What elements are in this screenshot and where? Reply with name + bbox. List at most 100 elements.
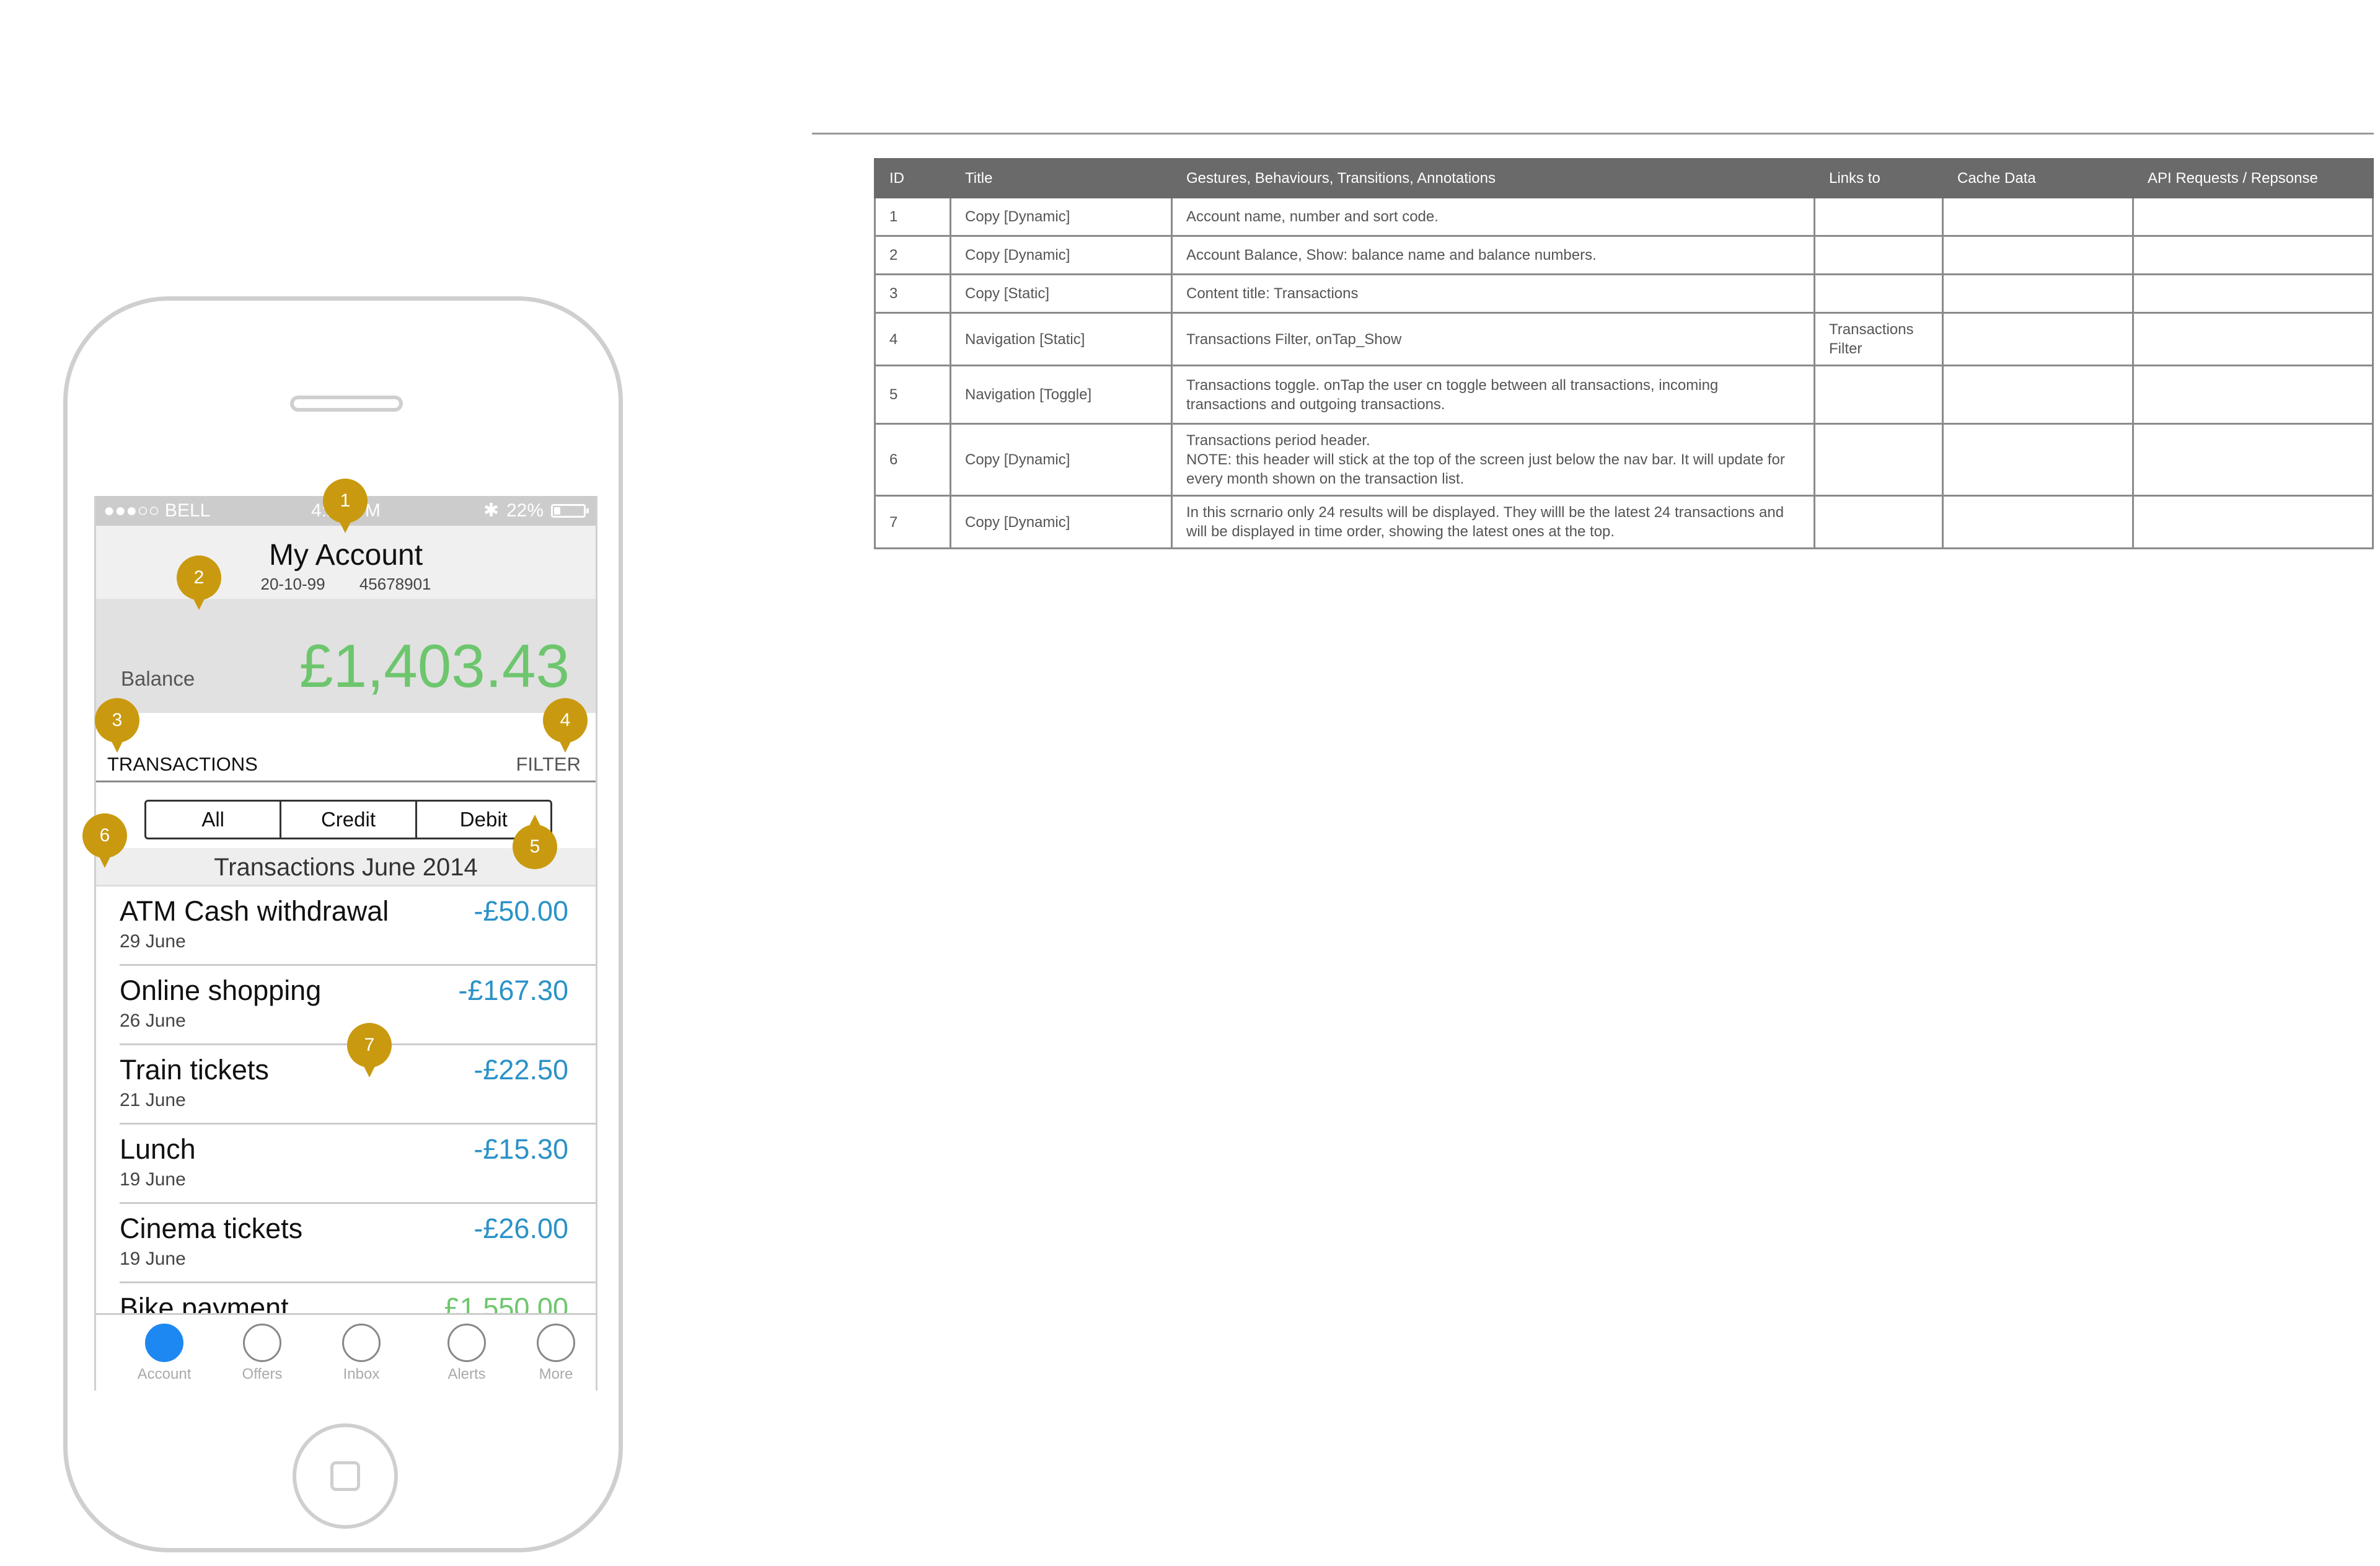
header-gestures: Gestures, Behaviours, Transitions, Annot…	[1171, 158, 1815, 198]
tab-label: Inbox	[343, 1366, 380, 1382]
list-item[interactable]: ATM Cash withdrawal 29 June -£50.00	[120, 887, 596, 966]
account-number: 45678901	[359, 575, 431, 593]
table-row: 1 Copy [Dynamic] Account name, number and …	[874, 197, 2374, 237]
annotation-marker-6: 6	[82, 813, 127, 868]
transaction-name: Train tickets	[120, 1054, 269, 1086]
spec-body: 1 Copy [Dynamic] Account name, number and …	[874, 197, 2374, 549]
more-icon	[537, 1324, 575, 1362]
cell-id: 5	[874, 365, 951, 425]
cell-api	[2132, 197, 2374, 237]
cell-id: 2	[874, 235, 951, 275]
transaction-date: 21 June	[120, 1090, 186, 1110]
cell-description: Content title: Transactions	[1171, 273, 1815, 314]
list-item[interactable]: Cinema tickets 19 June -£26.00	[120, 1204, 596, 1283]
cell-description: Transactions Filter, onTap_Show	[1171, 312, 1815, 366]
cell-title: Copy [Static]	[950, 273, 1173, 314]
balance-label: Balance	[121, 667, 195, 690]
table-row: 5 Navigation [Toggle] Transactions toggle.…	[874, 365, 2374, 425]
transaction-name: Lunch	[120, 1133, 196, 1165]
cell-api	[2132, 235, 2374, 275]
cell-id: 3	[874, 273, 951, 314]
battery-fill	[554, 507, 560, 515]
cell-title: Copy [Dynamic]	[950, 495, 1173, 549]
phone-speaker	[290, 396, 403, 412]
cell-description: In this scrnario only 24 results will be…	[1171, 495, 1815, 549]
transaction-name: Cinema tickets	[120, 1213, 303, 1244]
spec-header-row: ID Title Gestures, Behaviours, Transitio…	[874, 158, 2374, 198]
home-button[interactable]	[293, 1423, 398, 1529]
cell-id: 1	[874, 197, 951, 237]
cell-links	[1814, 365, 1944, 425]
cell-id: 6	[874, 423, 951, 497]
cell-links	[1814, 197, 1944, 237]
transaction-amount: -£167.30	[458, 975, 568, 1006]
cell-title: Navigation [Toggle]	[950, 365, 1173, 425]
cell-api	[2132, 495, 2374, 549]
annotation-marker-3: 3	[95, 698, 139, 753]
cell-links	[1814, 273, 1944, 314]
tab-bar: Account Offers Inbox Alerts More	[96, 1313, 596, 1391]
transactions-title: TRANSACTIONS	[107, 753, 258, 775]
filter-button[interactable]: FILTER	[516, 753, 581, 776]
balance-amount: £1,403.43	[299, 632, 570, 700]
tab-account[interactable]: Account	[121, 1324, 208, 1383]
balance-panel: Balance £1,403.43	[96, 599, 596, 713]
cell-title: Copy [Dynamic]	[950, 197, 1173, 237]
cell-cache	[1942, 365, 2134, 425]
tab-more[interactable]: More	[513, 1324, 596, 1383]
alerts-icon	[447, 1324, 486, 1362]
tab-label: More	[539, 1366, 573, 1382]
bluetooth-icon: ✱	[483, 500, 499, 521]
cell-links	[1814, 235, 1944, 275]
account-details: 20-10-99 45678901	[96, 575, 596, 594]
battery-percent: 22%	[506, 500, 544, 521]
annotation-marker-5: 5	[513, 815, 557, 869]
table-row: 3 Copy [Static] Content title: Transaction…	[874, 273, 2374, 314]
cell-id: 7	[874, 495, 951, 549]
table-row: 7 Copy [Dynamic] In this scrnario only 24 …	[874, 495, 2374, 549]
cell-links	[1814, 423, 1944, 497]
annotation-marker-4: 4	[543, 698, 588, 753]
toggle-credit[interactable]: Credit	[280, 802, 415, 838]
account-icon	[145, 1324, 183, 1362]
cell-cache	[1942, 423, 2134, 497]
divider-rule	[812, 133, 2374, 135]
sort-code: 20-10-99	[260, 575, 325, 593]
offers-icon	[243, 1324, 281, 1362]
table-row: 2 Copy [Dynamic] Account Balance, Show: ba…	[874, 235, 2374, 275]
table-row: 4 Navigation [Static] Transactions Filter,…	[874, 312, 2374, 366]
cell-links: Transactions Filter	[1814, 312, 1944, 366]
tab-offers[interactable]: Offers	[219, 1324, 306, 1383]
cell-links	[1814, 495, 1944, 549]
cell-title: Navigation [Static]	[950, 312, 1173, 366]
cell-description: Account Balance, Show: balance name and …	[1171, 235, 1815, 275]
spec-table: ID Title Gestures, Behaviours, Transitio…	[874, 158, 2374, 549]
account-header: My Account 20-10-99 45678901	[96, 526, 596, 599]
tab-label: Offers	[242, 1366, 283, 1382]
status-right: ✱ 22%	[483, 500, 589, 521]
cell-id: 4	[874, 312, 951, 366]
transactions-title-row: TRANSACTIONS FILTER	[96, 713, 596, 782]
toggle-all[interactable]: All	[146, 802, 280, 838]
transaction-date: 29 June	[120, 931, 186, 952]
transaction-amount: -£15.30	[474, 1133, 568, 1165]
tab-label: Alerts	[447, 1366, 486, 1382]
cell-api	[2132, 365, 2374, 425]
transaction-list: ATM Cash withdrawal 29 June -£50.00 Onli…	[96, 887, 596, 1363]
annotation-marker-1: 1	[323, 479, 368, 533]
transaction-amount: -£26.00	[474, 1213, 568, 1244]
list-item[interactable]: Lunch 19 June -£15.30	[120, 1125, 596, 1204]
table-row: 6 Copy [Dynamic] Transactions period heade…	[874, 423, 2374, 497]
cell-api	[2132, 273, 2374, 314]
header-cache: Cache Data	[1942, 158, 2134, 198]
cell-description: Transactions toggle. onTap the user cn t…	[1171, 365, 1815, 425]
cell-cache	[1942, 273, 2134, 314]
transaction-name: Online shopping	[120, 975, 322, 1006]
tab-inbox[interactable]: Inbox	[318, 1324, 405, 1383]
header-id: ID	[874, 158, 951, 198]
cell-cache	[1942, 495, 2134, 549]
tab-alerts[interactable]: Alerts	[423, 1324, 510, 1383]
cell-title: Copy [Dynamic]	[950, 423, 1173, 497]
tab-label: Account	[137, 1366, 192, 1382]
transaction-date: 26 June	[120, 1011, 186, 1031]
